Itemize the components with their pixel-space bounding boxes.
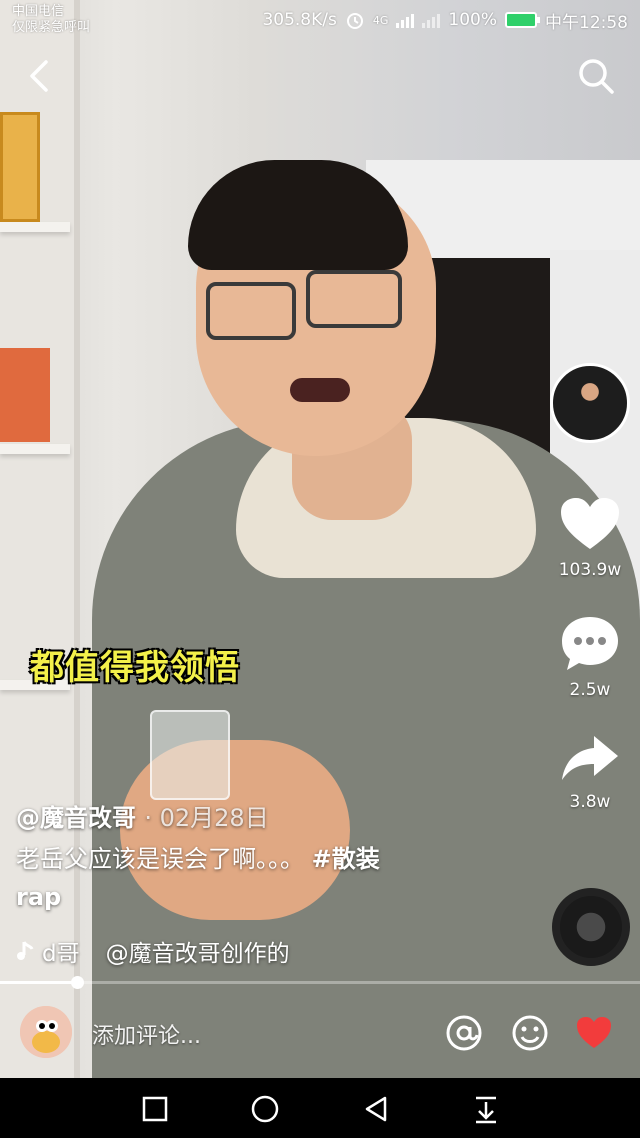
alarm-icon <box>346 13 363 29</box>
heart-icon <box>561 498 619 549</box>
music-note-icon <box>17 941 34 960</box>
home-circle-icon[interactable] <box>250 1094 280 1124</box>
notification-pull-down-icon[interactable] <box>471 1094 501 1124</box>
network-type: 4G <box>372 13 389 27</box>
glasses-lens <box>306 270 402 328</box>
shelf-board <box>0 222 70 232</box>
carrier-note: 仅限紧急呼叫 <box>12 20 91 35</box>
music-disc[interactable] <box>552 888 630 966</box>
search-icon[interactable] <box>576 56 616 96</box>
book <box>0 348 50 442</box>
share-count: 3.8w <box>569 792 611 812</box>
battery-percent: 100% <box>448 10 497 30</box>
share-button[interactable]: 3.8w <box>550 734 630 812</box>
comment-input[interactable]: 添加评论... <box>92 1018 201 1050</box>
back-arrow-icon[interactable] <box>22 56 58 96</box>
author-name[interactable]: @魔音改哥 <box>16 804 136 832</box>
post-description: 老岳父应该是误会了啊。。。 #散装 rap <box>16 840 476 916</box>
post-date: 02月28日 <box>159 804 269 832</box>
battery-icon <box>505 12 540 28</box>
glasses-lens <box>206 282 296 340</box>
clock: 中午12:58 <box>545 12 628 33</box>
avatar-illustration-icon <box>20 1006 72 1058</box>
video-subtitle: 都值得我领悟 <box>30 648 240 688</box>
at-icon[interactable] <box>445 1014 483 1052</box>
shelf-board <box>0 444 70 454</box>
signal-icon <box>422 12 441 28</box>
share-icon <box>562 736 618 780</box>
network-speed: 305.8K/s <box>262 10 337 30</box>
post-date-sep: · <box>144 804 160 832</box>
description-text: 老岳父应该是误会了啊。。。 <box>16 845 304 873</box>
author-line: @魔音改哥 · 02月28日 <box>16 798 269 833</box>
music-info[interactable]: d哥 @魔音改哥创作的 <box>16 934 290 968</box>
person-mouth <box>290 378 350 402</box>
user-avatar[interactable] <box>20 1006 72 1058</box>
carrier-info: 中国电信 仅限紧急呼叫 <box>12 4 90 36</box>
hashtag-continued[interactable]: rap <box>16 883 61 911</box>
music-artist: d哥 <box>42 941 80 967</box>
picture-frame <box>0 112 40 222</box>
comment-count: 2.5w <box>569 680 611 700</box>
music-title: @魔音改哥创作的 <box>105 941 290 967</box>
author-avatar[interactable] <box>550 363 630 443</box>
video-frame[interactable] <box>0 0 640 1078</box>
like-count: 103.9w <box>558 560 622 580</box>
like-button[interactable]: 103.9w <box>550 496 630 580</box>
playback-progress[interactable] <box>0 976 640 989</box>
carrier-name: 中国电信 <box>12 4 65 19</box>
recents-square-icon[interactable] <box>140 1094 170 1124</box>
back-triangle-icon[interactable] <box>361 1094 391 1124</box>
status-bar: 中国电信 仅限紧急呼叫 305.8K/s 4G 100% 中午12:58 <box>0 0 640 40</box>
hashtag[interactable]: #散装 <box>312 845 380 873</box>
glass-cup <box>150 710 230 800</box>
comment-bar: 添加评论... <box>0 990 640 1078</box>
status-right: 305.8K/s 4G 100% 中午12:58 <box>262 8 628 33</box>
progress-knob[interactable] <box>70 976 84 989</box>
progress-fill <box>0 981 77 984</box>
comment-button[interactable]: 2.5w <box>550 614 630 700</box>
heart-icon[interactable] <box>575 1014 613 1052</box>
comment-icon <box>562 617 618 670</box>
signal-icon <box>396 12 415 28</box>
emoji-icon[interactable] <box>511 1014 549 1052</box>
system-nav-bar <box>0 1078 640 1138</box>
